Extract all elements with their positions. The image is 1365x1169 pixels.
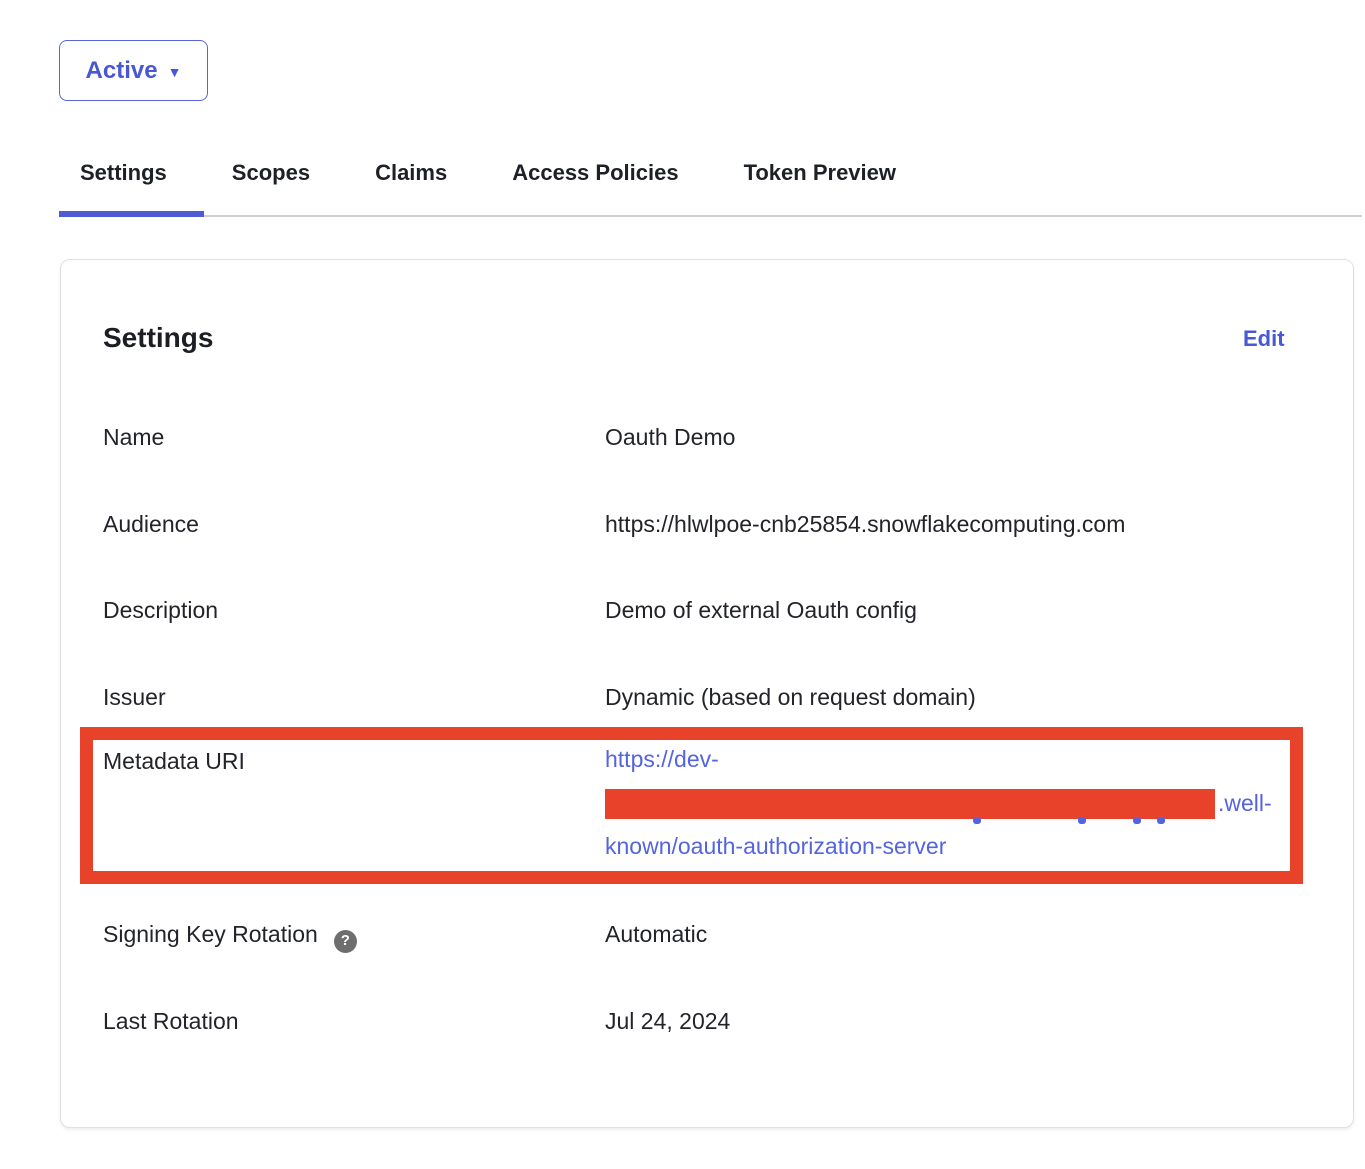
audience-value: https://hlwlpoe-cnb25854.snowflakecomput… (605, 511, 1125, 537)
redacted-text-descender (1133, 818, 1141, 824)
tab-scopes[interactable]: Scopes (232, 160, 310, 200)
tab-settings[interactable]: Settings (80, 160, 167, 200)
last-rotation-value: Jul 24, 2024 (605, 1008, 730, 1034)
tab-token-preview[interactable]: Token Preview (744, 160, 896, 200)
redacted-text-descender (1078, 818, 1086, 824)
signing-key-rotation-label: Signing Key Rotation? (103, 921, 357, 953)
redaction-bar (605, 789, 1215, 819)
oauth-server-settings-page: Active ▼ Settings Scopes Claims Access P… (0, 0, 1365, 1169)
status-label: Active (86, 57, 158, 85)
metadata-uri-line1: https://dev- (605, 738, 1272, 782)
last-rotation-label: Last Rotation (103, 1008, 239, 1034)
metadata-uri-label: Metadata URI (103, 748, 245, 774)
tab-baseline-divider (59, 215, 1362, 217)
card-title: Settings (103, 322, 213, 354)
chevron-down-icon: ▼ (168, 61, 182, 80)
description-value: Demo of external Oauth config (605, 597, 917, 623)
active-tab-indicator (59, 211, 204, 217)
redacted-text-descender (1157, 818, 1165, 824)
tab-claims[interactable]: Claims (375, 160, 447, 200)
help-question-icon[interactable]: ? (334, 930, 357, 953)
issuer-label: Issuer (103, 684, 166, 710)
metadata-uri-line2: .well- (605, 782, 1272, 826)
tab-access-policies[interactable]: Access Policies (512, 160, 678, 200)
signing-key-rotation-value: Automatic (605, 921, 707, 947)
metadata-uri-line3: known/oauth-authorization-server (605, 825, 1272, 869)
settings-card: Settings Edit Name Oauth Demo Audience h… (60, 259, 1354, 1128)
signing-key-rotation-label-text: Signing Key Rotation (103, 921, 318, 947)
tab-bar: Settings Scopes Claims Access Policies T… (0, 160, 1365, 200)
issuer-value: Dynamic (based on request domain) (605, 684, 976, 710)
redacted-text-descender (973, 818, 981, 824)
metadata-uri-link[interactable]: https://dev- .well- known/oauth-authoriz… (605, 738, 1272, 869)
edit-button[interactable]: Edit (1243, 326, 1285, 352)
status-dropdown-button[interactable]: Active ▼ (59, 40, 208, 101)
name-value: Oauth Demo (605, 424, 735, 450)
audience-label: Audience (103, 511, 199, 537)
description-label: Description (103, 597, 218, 623)
metadata-uri-line2-suffix: .well- (1218, 790, 1272, 816)
name-label: Name (103, 424, 164, 450)
